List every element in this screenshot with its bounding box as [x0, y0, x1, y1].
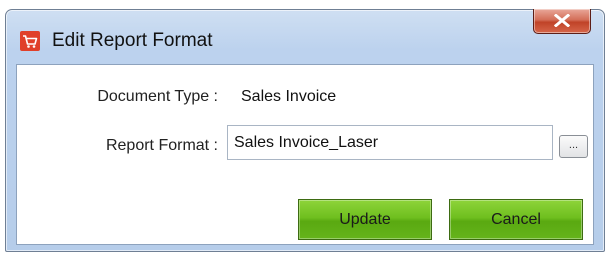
- cancel-button[interactable]: Cancel: [449, 199, 583, 240]
- browse-button[interactable]: ...: [559, 135, 588, 158]
- title-bar[interactable]: Edit Report Format: [6, 9, 604, 64]
- window-title: Edit Report Format: [52, 30, 213, 51]
- cart-icon: [20, 31, 40, 51]
- document-type-value: Sales Invoice: [241, 88, 337, 105]
- page-background: Edit Report Format Document Type : Sales…: [0, 0, 614, 256]
- close-button[interactable]: [533, 9, 591, 34]
- edit-report-format-dialog: Edit Report Format Document Type : Sales…: [5, 9, 605, 252]
- document-type-label: Document Type :: [97, 88, 218, 105]
- report-format-label: Report Format :: [105, 137, 218, 154]
- report-format-input[interactable]: [227, 125, 553, 160]
- close-icon: [554, 14, 570, 27]
- form-panel: Document Type : Sales Invoice Report For…: [16, 64, 594, 245]
- update-button[interactable]: Update: [298, 199, 432, 240]
